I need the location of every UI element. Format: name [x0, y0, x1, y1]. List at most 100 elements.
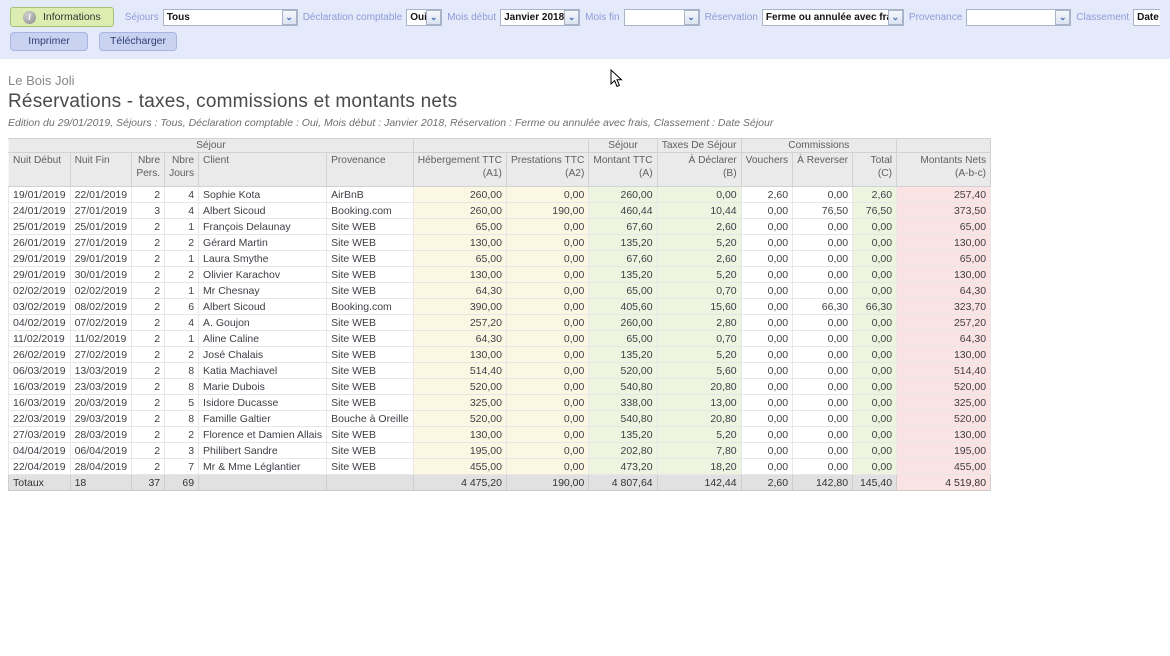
- cell-prestations: 0,00: [506, 315, 588, 331]
- cell-a-declarer: 13,00: [657, 395, 741, 411]
- cell-nbre-jours: 4: [165, 203, 199, 219]
- cell-provenance: Site WEB: [327, 219, 414, 235]
- cell-provenance: Booking.com: [327, 203, 414, 219]
- total-a-declarer: 142,44: [657, 475, 741, 491]
- cell-nuit-debut: 04/04/2019: [9, 443, 71, 459]
- table-row: 11/02/201911/02/201921Aline CalineSite W…: [9, 331, 991, 347]
- col-header-nbre-pers: NbrePers.: [132, 153, 165, 187]
- filter-label-sejours: Séjours: [125, 12, 159, 23]
- cell-total: 66,30: [853, 299, 897, 315]
- cell-nbre-pers: 3: [132, 203, 165, 219]
- cell-nbre-jours: 1: [165, 251, 199, 267]
- cell-hebergement: 520,00: [413, 379, 506, 395]
- cell-client: Gérard Martin: [199, 235, 327, 251]
- cell-montants-nets: 130,00: [897, 267, 991, 283]
- imprimer-button[interactable]: Imprimer: [10, 32, 88, 51]
- chevron-down-icon[interactable]: ⌄: [282, 10, 297, 25]
- cell-a-reverser: 0,00: [793, 411, 853, 427]
- chevron-down-icon[interactable]: ⌄: [564, 10, 579, 25]
- cell-client: Albert Sicoud: [199, 299, 327, 315]
- chevron-down-icon[interactable]: ⌄: [888, 10, 903, 25]
- cell-nbre-pers: 2: [132, 379, 165, 395]
- table-row: 03/02/201908/02/201926Albert SicoudBooki…: [9, 299, 991, 315]
- reservation-select[interactable]: Ferme ou annulée avec frais ⌄: [762, 9, 904, 26]
- cell-prestations: 190,00: [506, 203, 588, 219]
- informations-button[interactable]: i Informations: [10, 7, 114, 27]
- cell-montant-ttc: 135,20: [589, 267, 657, 283]
- cell-a-declarer: 10,44: [657, 203, 741, 219]
- cell-nuit-debut: 27/03/2019: [9, 427, 71, 443]
- cell-nbre-pers: 2: [132, 251, 165, 267]
- cell-nuit-debut: 26/01/2019: [9, 235, 71, 251]
- cell-nbre-jours: 8: [165, 411, 199, 427]
- table-row: 04/02/201907/02/201924A. GoujonSite WEB2…: [9, 315, 991, 331]
- report-subtitle: Edition du 29/01/2019, Séjours : Tous, D…: [8, 117, 1170, 129]
- chevron-down-icon[interactable]: ⌄: [684, 10, 699, 25]
- cell-a-declarer: 18,20: [657, 459, 741, 475]
- total-nuit-fin: 18: [70, 475, 132, 491]
- declaration-comptable-select[interactable]: Oui ⌄: [406, 9, 442, 26]
- provenance-select[interactable]: ⌄: [966, 9, 1071, 26]
- cell-nbre-jours: 8: [165, 363, 199, 379]
- chevron-down-icon[interactable]: ⌄: [1055, 10, 1070, 25]
- classement-select[interactable]: Date Séjour ⌄: [1133, 9, 1160, 26]
- cell-nuit-debut: 22/03/2019: [9, 411, 71, 427]
- cell-hebergement: 64,30: [413, 283, 506, 299]
- cell-montant-ttc: 135,20: [589, 427, 657, 443]
- cell-nuit-debut: 04/02/2019: [9, 315, 71, 331]
- cell-nbre-pers: 2: [132, 363, 165, 379]
- cell-total: 0,00: [853, 267, 897, 283]
- cell-vouchers: 0,00: [741, 219, 792, 235]
- cell-hebergement: 260,00: [413, 203, 506, 219]
- cell-prestations: 0,00: [506, 459, 588, 475]
- cell-client: Aline Caline: [199, 331, 327, 347]
- cell-a-reverser: 0,00: [793, 283, 853, 299]
- cell-hebergement: 130,00: [413, 427, 506, 443]
- cell-nuit-fin: 13/03/2019: [70, 363, 132, 379]
- cell-nbre-pers: 2: [132, 299, 165, 315]
- cell-nbre-jours: 7: [165, 459, 199, 475]
- cell-nuit-fin: 29/01/2019: [70, 251, 132, 267]
- group-header-cell: Taxes De Séjour: [657, 139, 741, 153]
- cell-vouchers: 0,00: [741, 203, 792, 219]
- col-header-montant-ttc: Montant TTC(A): [589, 153, 657, 187]
- col-header-a-declarer: À Déclarer(B): [657, 153, 741, 187]
- mois-debut-select[interactable]: Janvier 2018 ⌄: [500, 9, 580, 26]
- cell-a-declarer: 2,60: [657, 219, 741, 235]
- cell-a-reverser: 0,00: [793, 235, 853, 251]
- cell-prestations: 0,00: [506, 347, 588, 363]
- col-header-nuit-fin: Nuit Fin: [70, 153, 132, 187]
- totals-row: Totaux1837694 475,20190,004 807,64142,44…: [9, 475, 991, 491]
- telecharger-button[interactable]: Télécharger: [99, 32, 177, 51]
- total-nbre-jours: 69: [165, 475, 199, 491]
- cell-provenance: Site WEB: [327, 379, 414, 395]
- table-row: 06/03/201913/03/201928Katia MachiavelSit…: [9, 363, 991, 379]
- cell-montants-nets: 514,40: [897, 363, 991, 379]
- cell-montants-nets: 64,30: [897, 331, 991, 347]
- cell-provenance: Site WEB: [327, 267, 414, 283]
- chevron-down-icon[interactable]: ⌄: [426, 10, 441, 25]
- cell-client: José Chalais: [199, 347, 327, 363]
- cell-montant-ttc: 540,80: [589, 379, 657, 395]
- filter-label-classement: Classement: [1076, 12, 1129, 23]
- cell-nuit-fin: 27/01/2019: [70, 203, 132, 219]
- cell-provenance: Site WEB: [327, 395, 414, 411]
- sejours-select[interactable]: Tous ⌄: [163, 9, 298, 26]
- cell-prestations: 0,00: [506, 283, 588, 299]
- cell-total: 0,00: [853, 347, 897, 363]
- filter-mois-fin: Mois fin ⌄: [585, 9, 699, 26]
- col-header-client: Client: [199, 153, 327, 187]
- cell-montants-nets: 373,50: [897, 203, 991, 219]
- cell-montant-ttc: 65,00: [589, 331, 657, 347]
- cell-total: 0,00: [853, 379, 897, 395]
- mois-fin-select[interactable]: ⌄: [624, 9, 700, 26]
- cell-client: Laura Smythe: [199, 251, 327, 267]
- cell-nuit-fin: 27/01/2019: [70, 235, 132, 251]
- table-row: 19/01/201922/01/201924Sophie KotaAirBnB2…: [9, 187, 991, 203]
- cell-client: Katia Machiavel: [199, 363, 327, 379]
- table-row: 22/04/201928/04/201927Mr & Mme Léglantie…: [9, 459, 991, 475]
- cell-vouchers: 0,00: [741, 379, 792, 395]
- col-header-nuit-debut: Nuit Début: [9, 153, 71, 187]
- cell-client: Mr & Mme Léglantier: [199, 459, 327, 475]
- group-header-cell: [413, 139, 589, 153]
